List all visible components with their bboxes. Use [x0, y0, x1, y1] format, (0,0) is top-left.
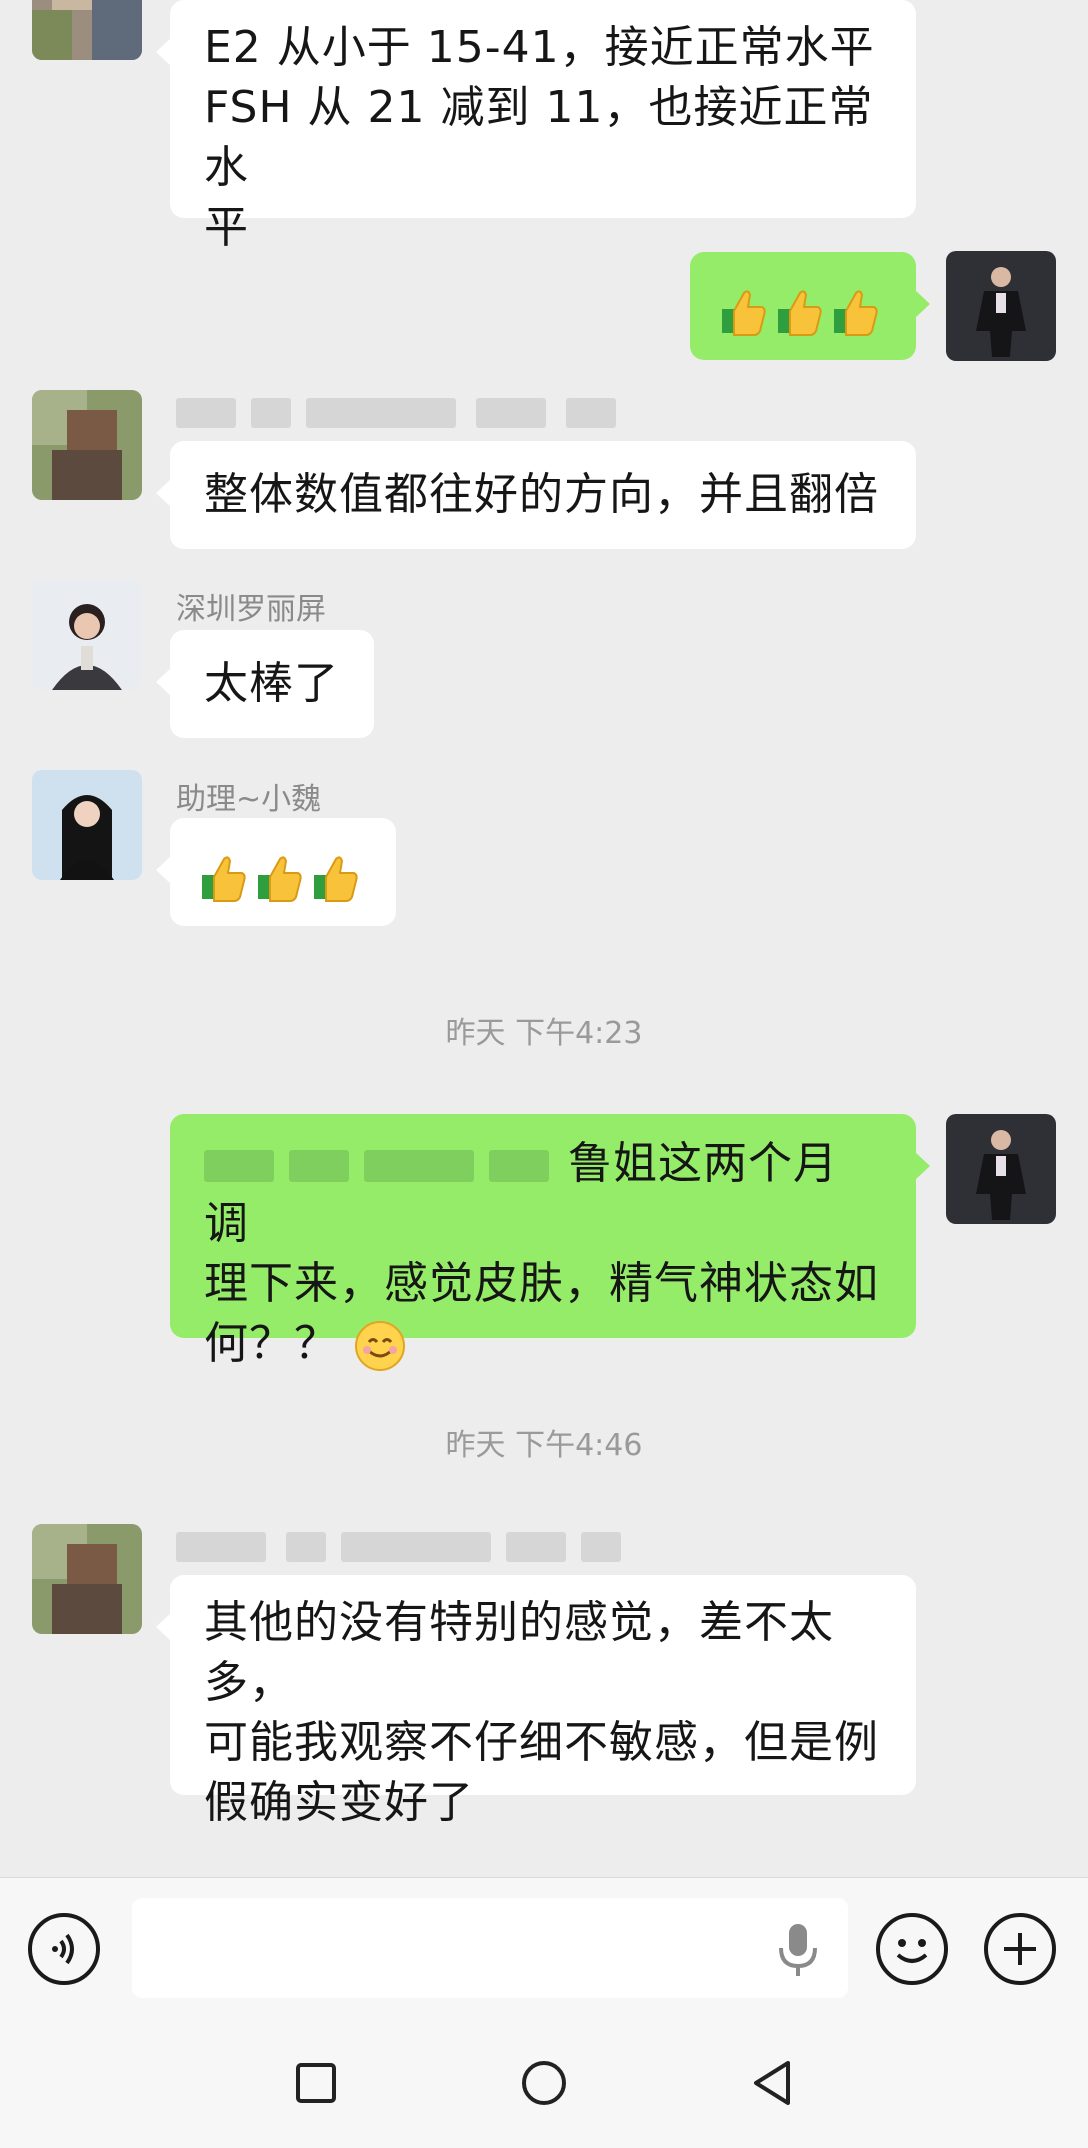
more-button[interactable] — [984, 1913, 1056, 1985]
input-bar — [0, 1877, 1088, 2018]
back-icon[interactable] — [736, 2047, 808, 2119]
message-text: FSH 从 21 减到 11，也接近正常水 — [204, 82, 874, 193]
message-text: 平 — [204, 202, 249, 253]
message-text: 太棒了 — [204, 658, 339, 709]
sender-name: 深圳罗丽屏 — [176, 592, 326, 627]
message-timestamp: 昨天 下午4:46 — [445, 1428, 643, 1463]
message-text: 其他的没有特别的感觉，差不太多， — [204, 1597, 834, 1708]
plus-icon — [1004, 1933, 1036, 1965]
my-avatar[interactable] — [946, 1114, 1056, 1224]
recent-apps-icon[interactable] — [280, 2047, 352, 2119]
chat-area[interactable]: E2 从小于 15-41，接近正常水平 FSH 从 21 减到 11，也接近正常… — [0, 0, 1088, 1877]
message-text: 何？？ — [204, 1318, 339, 1369]
message-text: 整体数值都往好的方向，并且翻倍 — [204, 469, 879, 520]
avatar[interactable] — [32, 580, 142, 690]
avatar[interactable] — [32, 0, 142, 60]
my-avatar[interactable] — [946, 251, 1056, 361]
thumbs-up-reaction — [200, 853, 360, 903]
emoji-button[interactable] — [876, 1913, 948, 1985]
message-text: E2 从小于 15-41，接近正常水平 — [204, 22, 875, 73]
thumbs-up-icon — [834, 290, 878, 336]
thumbs-up-icon — [258, 856, 302, 902]
emoji-icon — [896, 1939, 928, 1963]
sender-name-blurred — [176, 1532, 626, 1566]
sender-name-blurred — [176, 398, 626, 432]
voice-icon — [52, 1933, 74, 1965]
home-icon[interactable] — [508, 2047, 580, 2119]
message-text: 假确实变好了 — [204, 1777, 474, 1828]
thumbs-up-icon — [314, 856, 358, 902]
sender-name: 助理~小魏 — [176, 782, 322, 817]
mic-icon[interactable] — [775, 1922, 821, 1978]
smile-emoji-icon — [355, 1321, 405, 1371]
system-nav-bar — [0, 2017, 1088, 2148]
thumbs-up-reaction — [720, 287, 880, 337]
thumbs-up-icon — [722, 290, 766, 336]
message-text: 理下来，感觉皮肤，精气神状态如 — [204, 1258, 879, 1309]
voice-button[interactable] — [28, 1913, 100, 1985]
reaction-bubble[interactable] — [690, 252, 930, 360]
message-text: 可能我观察不仔细不敏感，但是例 — [204, 1717, 879, 1768]
message-input[interactable] — [132, 1898, 848, 1998]
message-timestamp: 昨天 下午4:23 — [445, 1016, 643, 1051]
message-bubble[interactable]: E2 从小于 15-41，接近正常水平 FSH 从 21 减到 11，也接近正常… — [156, 0, 916, 253]
message-bubble[interactable]: 鲁姐这两个月调 理下来，感觉皮肤，精气神状态如 何？？ — [170, 1114, 930, 1371]
avatar[interactable] — [32, 390, 142, 500]
avatar[interactable] — [32, 1524, 142, 1634]
message-bubble[interactable]: 整体数值都往好的方向，并且翻倍 — [156, 441, 916, 549]
message-bubble[interactable]: 其他的没有特别的感觉，差不太多， 可能我观察不仔细不敏感，但是例 假确实变好了 — [156, 1575, 916, 1828]
reaction-bubble[interactable] — [156, 818, 396, 926]
thumbs-up-icon — [202, 856, 246, 902]
thumbs-up-icon — [778, 290, 822, 336]
mention-blurred — [204, 1146, 554, 1186]
avatar[interactable] — [32, 770, 142, 880]
message-bubble[interactable]: 太棒了 — [156, 630, 374, 738]
